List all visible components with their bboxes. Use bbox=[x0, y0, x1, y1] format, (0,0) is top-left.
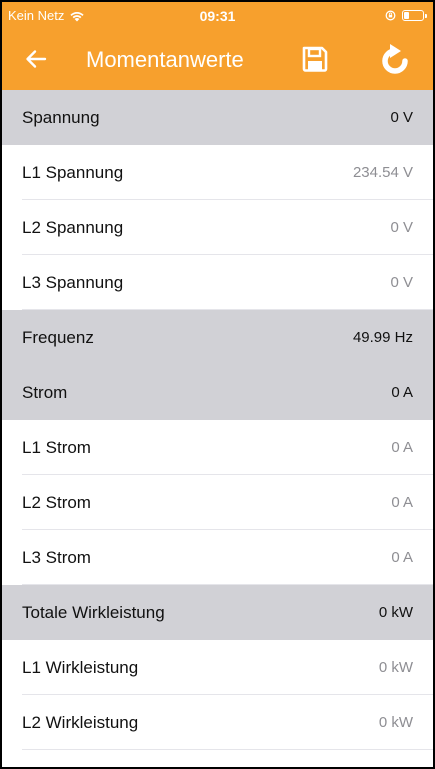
status-bar: Kein Netz 09:31 bbox=[2, 2, 433, 29]
row-label: L1 Strom bbox=[22, 437, 91, 457]
row-label: L3 Spannung bbox=[22, 272, 124, 292]
row-label: L2 Wirkleistung bbox=[22, 712, 139, 732]
row-label: L2 Spannung bbox=[22, 217, 124, 237]
battery-icon bbox=[402, 10, 427, 21]
app-screen: Kein Netz 09:31 Momentanwerte Spannung 0… bbox=[2, 2, 433, 767]
status-right bbox=[385, 10, 427, 21]
row-label: L1 Spannung bbox=[22, 162, 124, 182]
list-item-l2-wirkleistung: L2 Wirkleistung 0 kW bbox=[2, 695, 433, 750]
row-label: Strom bbox=[22, 382, 68, 402]
row-label: Spannung bbox=[22, 107, 100, 127]
list-item-l1-strom: L1 Strom 0 A bbox=[2, 420, 433, 475]
page-title: Momentanwerte bbox=[86, 47, 244, 72]
row-value: 0 kW bbox=[378, 714, 413, 731]
list-item-l1-wirkleistung: L1 Wirkleistung 0 kW bbox=[2, 640, 433, 695]
section-header-frequenz: Frequenz 49.99 Hz bbox=[2, 310, 433, 365]
row-label: Frequenz bbox=[22, 327, 94, 347]
row-value: 0 kW bbox=[378, 604, 413, 621]
back-button[interactable] bbox=[20, 43, 52, 75]
refresh-button[interactable] bbox=[376, 41, 414, 79]
wifi-icon bbox=[70, 11, 84, 21]
row-value: 0 A bbox=[391, 549, 413, 566]
row-label: L1 Wirkleistung bbox=[22, 657, 139, 677]
section-header-spannung: Spannung 0 V bbox=[2, 90, 433, 145]
list-item-l2-strom: L2 Strom 0 A bbox=[2, 475, 433, 530]
row-value: 0 V bbox=[390, 274, 413, 291]
list-item-l2-spannung: L2 Spannung 0 V bbox=[2, 200, 433, 255]
status-left: Kein Netz bbox=[8, 8, 85, 23]
section-header-totale-wirkleistung: Totale Wirkleistung 0 kW bbox=[2, 585, 433, 640]
row-label: L2 Strom bbox=[22, 492, 91, 512]
save-button[interactable] bbox=[299, 43, 331, 75]
values-list: Spannung 0 V L1 Spannung 234.54 V L2 Spa… bbox=[2, 90, 433, 750]
refresh-icon bbox=[382, 44, 408, 74]
row-value: 0 A bbox=[391, 494, 413, 511]
row-value: 234.54 V bbox=[352, 164, 413, 181]
row-value: 0 kW bbox=[378, 659, 413, 676]
orientation-lock-icon bbox=[385, 10, 396, 21]
list-item-l1-spannung: L1 Spannung 234.54 V bbox=[2, 145, 433, 200]
row-value: 0 A bbox=[391, 439, 413, 456]
row-value: 0 A bbox=[391, 384, 413, 401]
row-value: 0 V bbox=[390, 109, 413, 126]
carrier-label: Kein Netz bbox=[8, 8, 65, 23]
row-value: 0 V bbox=[390, 219, 413, 236]
arrow-left-icon bbox=[26, 50, 47, 68]
row-label: L3 Strom bbox=[22, 547, 91, 567]
section-header-strom: Strom 0 A bbox=[2, 365, 433, 420]
list-item-l3-strom: L3 Strom 0 A bbox=[2, 530, 433, 585]
floppy-disk-icon bbox=[302, 46, 328, 72]
row-label: Totale Wirkleistung bbox=[22, 602, 165, 622]
list-item-l3-spannung: L3 Spannung 0 V bbox=[2, 255, 433, 310]
row-value: 49.99 Hz bbox=[352, 329, 413, 346]
navigation-bar: Momentanwerte bbox=[2, 29, 433, 90]
